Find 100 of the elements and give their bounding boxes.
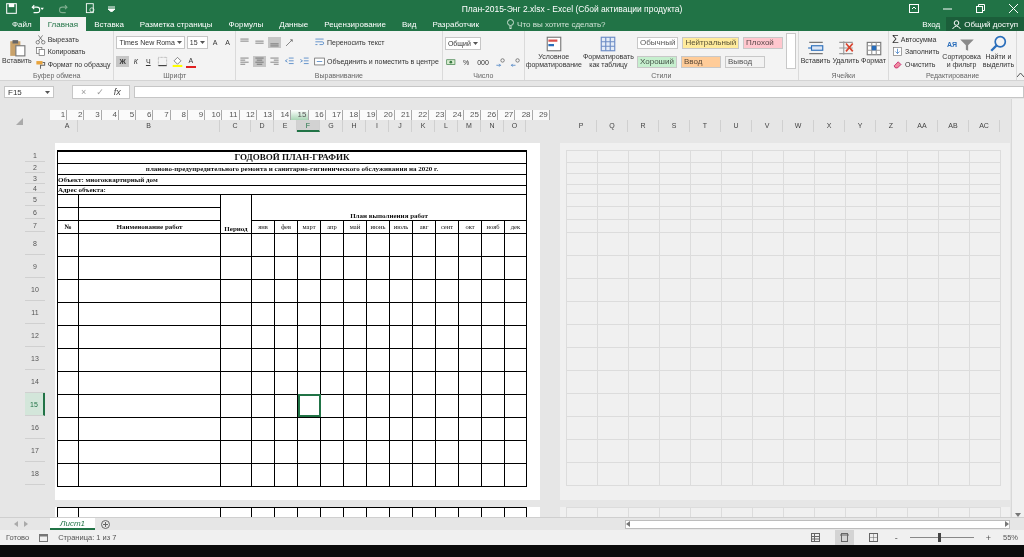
table-cell[interactable] <box>320 256 344 279</box>
table-cell[interactable] <box>274 256 298 279</box>
table-cell[interactable] <box>481 325 505 348</box>
table-cell[interactable] <box>274 463 298 486</box>
ribbon-tab[interactable]: Рецензирование <box>316 17 394 31</box>
scroll-right-icon[interactable] <box>1005 521 1009 527</box>
table-cell[interactable] <box>343 417 367 440</box>
ribbon-tab[interactable]: Разработчик <box>424 17 488 31</box>
table-cell[interactable] <box>412 233 436 256</box>
table-cell[interactable] <box>251 394 275 417</box>
table-cell[interactable] <box>481 348 505 371</box>
table-cell[interactable] <box>251 325 275 348</box>
table-cell[interactable] <box>435 417 459 440</box>
table-cell[interactable] <box>274 279 298 302</box>
table-cell[interactable] <box>78 279 221 302</box>
cell-style-option[interactable]: Хороший <box>637 55 677 68</box>
table-cell[interactable] <box>412 279 436 302</box>
ribbon-tab[interactable]: Файл <box>4 17 40 31</box>
table-cell[interactable] <box>274 348 298 371</box>
table-cell[interactable] <box>435 394 459 417</box>
table-cell[interactable] <box>481 440 505 463</box>
table-cell[interactable] <box>320 348 344 371</box>
ribbon-tab[interactable]: Разметка страницы <box>131 17 221 31</box>
table-cell[interactable] <box>78 256 221 279</box>
table-cell[interactable] <box>481 302 505 325</box>
indent-button[interactable] <box>297 56 311 67</box>
table-cell[interactable] <box>389 302 413 325</box>
borders-button[interactable] <box>155 56 169 67</box>
table-cell[interactable] <box>220 440 252 463</box>
table-cell[interactable] <box>274 440 298 463</box>
table-cell[interactable] <box>343 348 367 371</box>
ribbon-options-icon[interactable] <box>909 4 919 13</box>
table-cell[interactable] <box>435 325 459 348</box>
restore-icon[interactable] <box>976 4 985 13</box>
table-cell[interactable] <box>343 463 367 486</box>
table-cell[interactable] <box>343 394 367 417</box>
page-layout-view-button[interactable] <box>834 530 854 545</box>
table-cell[interactable] <box>435 256 459 279</box>
table-cell[interactable] <box>481 233 505 256</box>
table-cell[interactable] <box>458 302 482 325</box>
table-cell[interactable] <box>251 279 275 302</box>
table-cell[interactable] <box>57 302 79 325</box>
table-cell[interactable] <box>504 394 527 417</box>
table-cell[interactable] <box>274 394 298 417</box>
table-cell[interactable] <box>458 463 482 486</box>
table-cell[interactable] <box>366 233 390 256</box>
table-cell[interactable] <box>78 463 221 486</box>
table-cell[interactable] <box>504 233 527 256</box>
table-cell[interactable] <box>78 394 221 417</box>
table-cell[interactable] <box>57 279 79 302</box>
ribbon-tab[interactable]: Формулы <box>220 17 272 31</box>
table-cell[interactable] <box>220 417 252 440</box>
table-cell[interactable] <box>481 463 505 486</box>
table-cell[interactable] <box>57 440 79 463</box>
table-cell[interactable] <box>504 325 527 348</box>
table-cell[interactable] <box>504 256 527 279</box>
zoom-thumb[interactable] <box>937 533 941 542</box>
table-cell[interactable] <box>366 256 390 279</box>
cell-style-option[interactable]: Нейтральный <box>682 36 740 49</box>
table-cell[interactable] <box>78 371 221 394</box>
table-cell[interactable] <box>251 348 275 371</box>
table-cell[interactable] <box>78 440 221 463</box>
table-cell[interactable] <box>320 463 344 486</box>
table-cell[interactable] <box>458 325 482 348</box>
ribbon-tab[interactable]: Вид <box>393 17 425 31</box>
table-cell[interactable] <box>297 256 321 279</box>
table-cell[interactable] <box>435 463 459 486</box>
table-cell[interactable] <box>389 233 413 256</box>
table-cell[interactable] <box>504 302 527 325</box>
gallery-scrollbar[interactable] <box>786 33 796 69</box>
table-cell[interactable] <box>389 371 413 394</box>
table-cell[interactable] <box>435 371 459 394</box>
table-cell[interactable] <box>320 440 344 463</box>
table-cell[interactable] <box>57 394 79 417</box>
table-cell[interactable] <box>389 325 413 348</box>
table-cell[interactable] <box>458 233 482 256</box>
table-cell[interactable] <box>389 417 413 440</box>
zoom-out-button[interactable]: - <box>892 532 900 543</box>
table-cell[interactable] <box>57 233 79 256</box>
table-cell[interactable] <box>297 233 321 256</box>
table-cell[interactable] <box>504 348 527 371</box>
table-cell[interactable] <box>251 256 275 279</box>
sheet-tab[interactable]: Лист1 <box>50 518 96 530</box>
table-cell[interactable] <box>366 440 390 463</box>
table-cell[interactable] <box>412 371 436 394</box>
table-cell[interactable] <box>220 463 252 486</box>
table-cell[interactable] <box>274 371 298 394</box>
cell-style-option[interactable]: Ввод <box>681 55 721 68</box>
table-cell[interactable] <box>389 256 413 279</box>
customize-caret-icon[interactable] <box>108 5 115 12</box>
scroll-left-icon[interactable] <box>626 521 630 527</box>
print-preview-icon[interactable] <box>85 3 96 14</box>
table-cell[interactable] <box>412 325 436 348</box>
table-cell[interactable] <box>412 348 436 371</box>
table-cell[interactable] <box>458 371 482 394</box>
table-cell[interactable] <box>504 417 527 440</box>
table-cell[interactable] <box>297 394 321 417</box>
table-cell[interactable] <box>435 233 459 256</box>
table-cell[interactable] <box>435 440 459 463</box>
table-cell[interactable] <box>343 279 367 302</box>
